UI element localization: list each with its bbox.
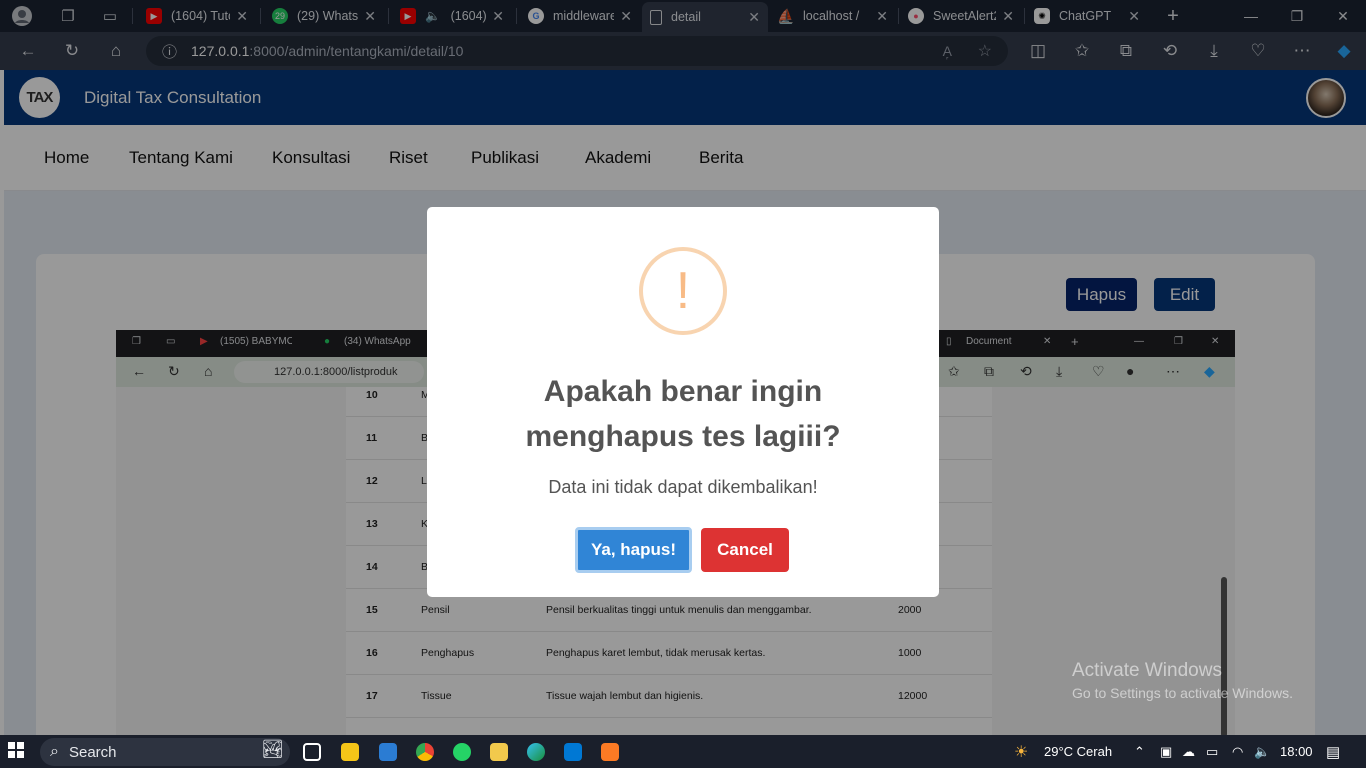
xampp-icon[interactable]	[601, 743, 619, 761]
cancel-button[interactable]: Cancel	[701, 528, 789, 572]
warning-icon: !	[639, 247, 727, 335]
taskbar-search[interactable]: ⌕ Search 🏞	[40, 738, 290, 766]
chrome-icon[interactable]	[416, 743, 434, 761]
chevron-up-icon[interactable]: ⌃	[1134, 744, 1145, 760]
dialog-title: Apakah benar ingin menghapus tes lagiii?	[525, 375, 841, 453]
store-icon[interactable]	[341, 743, 359, 761]
wifi-icon[interactable]: ◠	[1232, 744, 1243, 760]
dialog-text: Data ini tidak dapat dikembalikan!	[548, 477, 818, 497]
meet-icon[interactable]: ▣	[1160, 744, 1172, 760]
file-explorer-icon[interactable]	[490, 743, 508, 761]
weather-text[interactable]: 29°C Cerah	[1044, 744, 1112, 759]
clock[interactable]: 18:00	[1280, 744, 1313, 759]
watermark-title: Activate Windows	[1072, 660, 1222, 681]
task-view-icon[interactable]	[303, 743, 321, 761]
battery-icon[interactable]: ▭	[1206, 744, 1218, 760]
volume-icon[interactable]: 🔈	[1254, 744, 1270, 760]
search-highlight-icon: 🏞	[261, 739, 284, 759]
vscode-icon[interactable]	[564, 743, 582, 761]
onedrive-icon[interactable]: ☁	[1182, 744, 1195, 760]
mail-icon[interactable]	[379, 743, 397, 761]
weather-icon[interactable]: ☀	[1014, 742, 1028, 762]
search-icon: ⌕	[50, 743, 59, 760]
whatsapp-taskbar-icon[interactable]	[453, 743, 471, 761]
search-label: Search	[68, 743, 117, 761]
notification-icon[interactable]: ▤	[1326, 743, 1340, 761]
taskbar: ⌕ Search 🏞 ☀ 29°C Cerah ⌃ ▣ ☁ ▭ ◠ 🔈 18:0…	[0, 735, 1366, 768]
edge-icon[interactable]	[527, 743, 545, 761]
windows-start-icon[interactable]	[8, 742, 24, 763]
confirm-dialog: ! Apakah benar ingin menghapus tes lagii…	[427, 207, 939, 597]
activate-windows-watermark: Activate Windows Go to Settings to activ…	[1072, 660, 1293, 704]
confirm-delete-button[interactable]: Ya, hapus!	[575, 527, 692, 573]
watermark-subtitle: Go to Settings to activate Windows.	[1072, 685, 1293, 701]
